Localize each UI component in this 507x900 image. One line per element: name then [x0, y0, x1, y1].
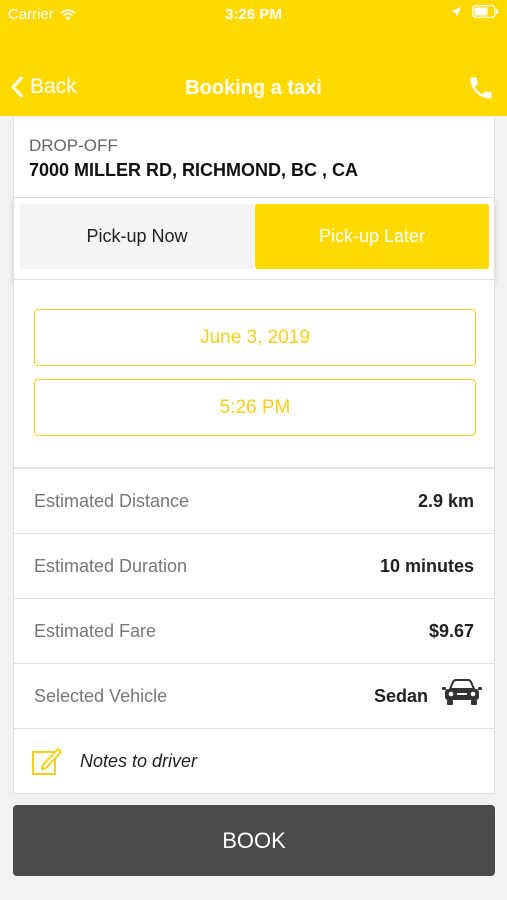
distance-value: 2.9 km — [417, 491, 474, 511]
phone-icon — [470, 77, 492, 99]
call-button[interactable] — [467, 74, 495, 107]
distance-row: Estimated Distance 2.9 km — [14, 469, 494, 534]
vehicle-value: Sedan — [373, 686, 428, 706]
location-arrow-icon — [451, 6, 461, 17]
dropoff-address[interactable]: 7000 MILLER RD, RICHMOND, BC , CA — [29, 160, 358, 181]
notes-to-driver-row[interactable]: Notes to driver — [14, 729, 494, 793]
book-button[interactable]: BOOK — [13, 805, 495, 876]
status-time: 3:26 PM — [225, 6, 282, 23]
status-right — [450, 5, 499, 18]
pickup-toggle: Pick-up Now Pick-up Later — [13, 198, 495, 280]
battery-icon — [472, 5, 498, 18]
dropoff-label: DROP-OFF — [29, 136, 118, 155]
fare-value: $9.67 — [428, 621, 474, 641]
navigation-bar: Back Booking a taxi — [0, 66, 507, 112]
pickup-now-tab[interactable]: Pick-up Now — [20, 204, 254, 269]
duration-value: 10 minutes — [379, 556, 474, 576]
date-picker-button[interactable]: June 3, 2019 — [34, 309, 476, 366]
fare-label: Estimated Fare — [34, 621, 157, 641]
duration-row: Estimated Duration 10 minutes — [14, 534, 494, 599]
fare-row: Estimated Fare $9.67 — [14, 599, 494, 664]
header-bar: Carrier 3:26 PM Back Booking a taxi — [0, 0, 507, 116]
trip-details-card: Estimated Distance 2.9 km Estimated Dura… — [13, 468, 495, 794]
notes-to-driver-label: Notes to driver — [80, 751, 198, 771]
status-bar: Carrier 3:26 PM — [0, 0, 507, 30]
time-picker-button[interactable]: 5:26 PM — [34, 379, 476, 436]
vehicle-row[interactable]: Selected Vehicle Sedan — [14, 664, 494, 729]
pickup-later-tab[interactable]: Pick-up Later — [255, 204, 489, 269]
vehicle-label: Selected Vehicle — [34, 686, 168, 706]
duration-label: Estimated Duration — [34, 556, 188, 576]
car-icon — [442, 678, 482, 713]
dropoff-card: DROP-OFF 7000 MILLER RD, RICHMOND, BC , … — [13, 118, 495, 198]
page-title: Booking a taxi — [185, 77, 322, 99]
distance-label: Estimated Distance — [34, 491, 190, 511]
schedule-card: June 3, 2019 5:26 PM — [13, 280, 495, 468]
edit-note-icon — [31, 745, 63, 782]
